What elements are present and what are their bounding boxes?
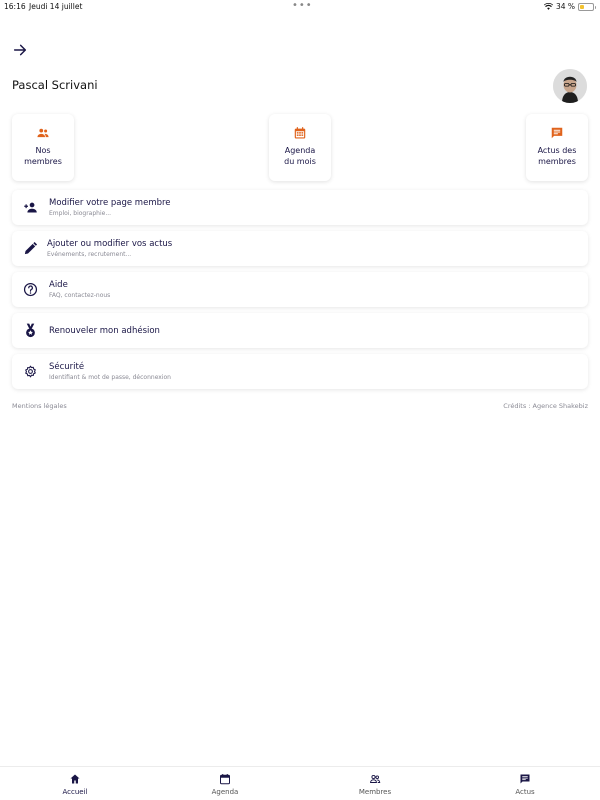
- user-name: Pascal Scrivani: [12, 78, 98, 92]
- tab-accueil[interactable]: Accueil: [35, 773, 115, 796]
- home-icon: [70, 774, 80, 784]
- menu-item-securite[interactable]: Sécurité Identifiant & mot de passe, déc…: [12, 354, 588, 389]
- menu-item-title: Sécurité: [49, 362, 85, 372]
- menu-item-aide[interactable]: Aide FAQ, contactez-nous: [12, 272, 588, 307]
- menu-item-subtitle: Evénements, recrutement...: [47, 251, 132, 258]
- status-right: 34 %: [543, 2, 596, 11]
- tile-label: Actus des membres: [537, 146, 577, 166]
- tile-nos-membres[interactable]: Nos membres: [12, 114, 74, 181]
- menu-item-subtitle: FAQ, contactez-nous: [49, 292, 111, 299]
- tab-label: Agenda: [211, 788, 239, 796]
- person-add-icon: [24, 202, 37, 213]
- tab-agenda[interactable]: Agenda: [185, 773, 265, 796]
- menu-item-title: Ajouter ou modifier vos actus: [47, 239, 173, 249]
- calendar-icon: [220, 774, 230, 785]
- tile-label: Agenda du mois: [284, 146, 316, 166]
- gear-icon: [25, 365, 36, 378]
- tile-agenda-du-mois[interactable]: Agenda du mois: [269, 114, 331, 181]
- calendar-icon: [294, 127, 306, 139]
- menu-item-subtitle: Emploi, biographie...: [49, 210, 112, 217]
- menu-item-title: Aide: [49, 280, 68, 290]
- menu-item-ajouter-actus[interactable]: Ajouter ou modifier vos actus Evénements…: [12, 231, 588, 266]
- help-circle-icon: [23, 282, 38, 297]
- chat-icon: [551, 127, 563, 139]
- tab-bar: Accueil Agenda Membres Actus: [0, 766, 600, 800]
- multitasking-dots-icon[interactable]: •••: [292, 0, 313, 11]
- status-bar: 16:16 Jeudi 14 juillet ••• 34 %: [0, 0, 600, 14]
- menu-item-modifier-page-membre[interactable]: Modifier votre page membre Emploi, biogr…: [12, 190, 588, 225]
- group-icon: [37, 128, 49, 138]
- legal-link[interactable]: Mentions légales: [12, 402, 67, 410]
- arrow-right-icon[interactable]: [12, 42, 28, 58]
- tab-label: Accueil: [62, 788, 88, 796]
- menu-item-title: Renouveler mon adhésion: [49, 326, 160, 336]
- tab-label: Actus: [515, 788, 535, 796]
- menu-item-subtitle: Identifiant & mot de passe, déconnexion: [49, 374, 171, 381]
- wifi-icon: [543, 3, 553, 10]
- menu-item-renouveler-adhesion[interactable]: Renouveler mon adhésion: [12, 313, 588, 348]
- chat-icon: [520, 774, 530, 784]
- pencil-icon: [24, 241, 38, 255]
- avatar[interactable]: [553, 69, 587, 103]
- battery-icon: [578, 2, 596, 11]
- tab-membres[interactable]: Membres: [335, 773, 415, 796]
- battery-percent: 34 %: [555, 2, 575, 11]
- tile-label: Nos membres: [24, 146, 62, 166]
- status-date: Jeudi 14 juillet: [29, 2, 83, 11]
- tab-actus[interactable]: Actus: [485, 773, 565, 796]
- tab-label: Membres: [358, 788, 392, 796]
- group-icon: [370, 774, 381, 783]
- status-time: 16:16: [4, 2, 26, 11]
- menu-item-title: Modifier votre page membre: [49, 198, 171, 208]
- tile-actus-des-membres[interactable]: Actus des membres: [526, 114, 588, 181]
- battery-fill: [580, 4, 585, 9]
- credits-link[interactable]: Crédits : Agence Shakebiz: [503, 402, 588, 410]
- medal-icon: [26, 323, 35, 338]
- avatar-portrait-icon: [553, 69, 587, 103]
